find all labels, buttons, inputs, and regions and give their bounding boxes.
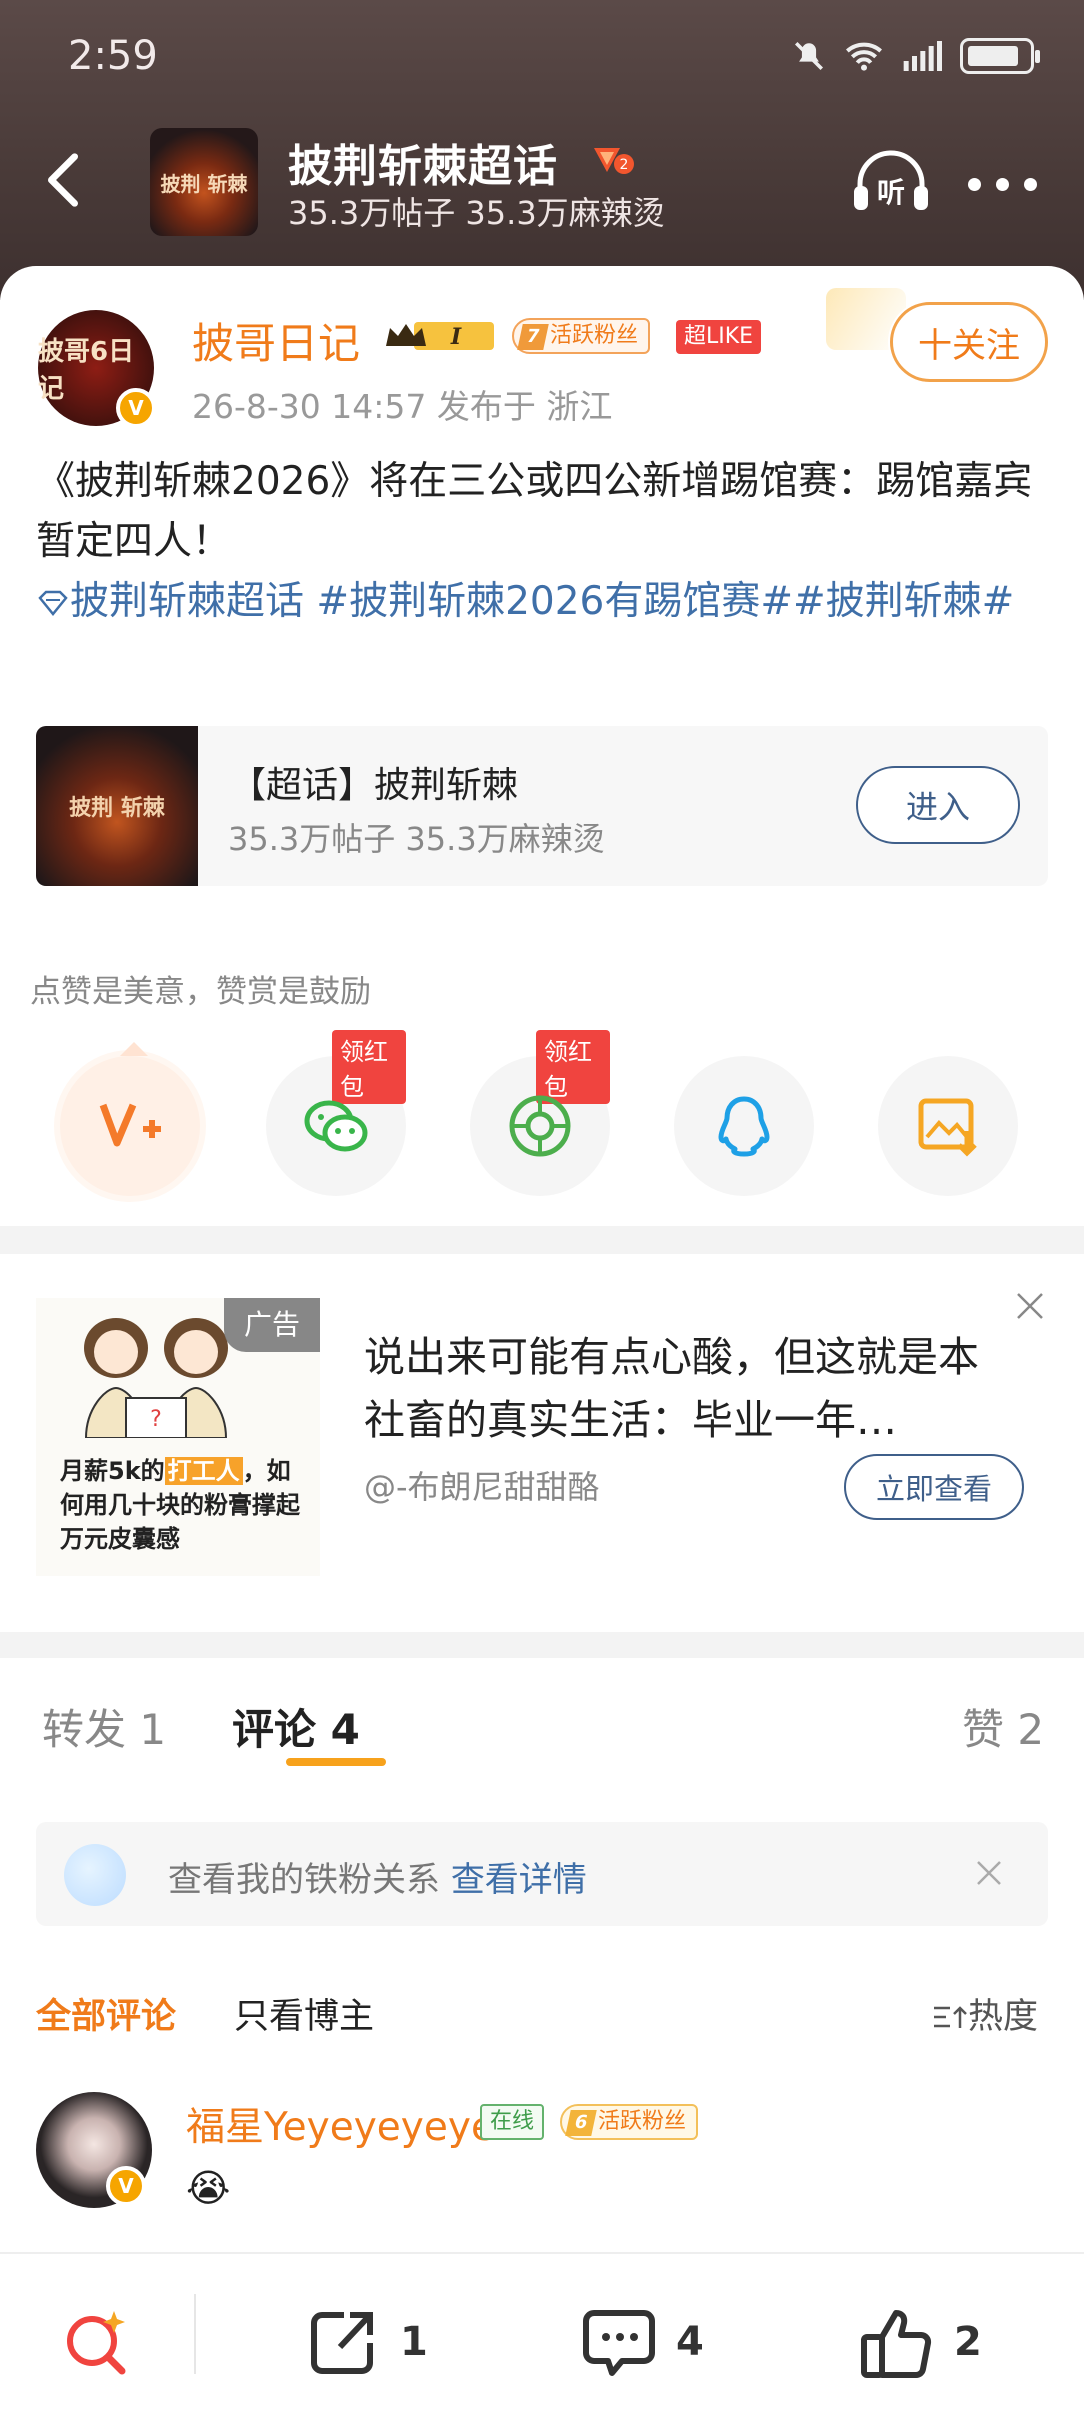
verified-v-icon: V — [116, 388, 156, 428]
divider — [194, 2294, 196, 2374]
post-meta: 26-8-30 14:57 发布于 浙江 — [192, 387, 613, 426]
iron-fans-text: 查看我的铁粉关系 — [168, 1860, 440, 1900]
ad-title[interactable]: 说出来可能有点心酸，但这就是本社畜的真实生活：毕业一年… — [364, 1326, 1004, 1452]
comment-emoji: 😭 — [186, 2166, 231, 2210]
iron-fans-detail-link[interactable]: 查看详情 — [451, 1860, 587, 1900]
comment-button[interactable]: 4 — [580, 2302, 704, 2382]
repost-count: 1 — [400, 2319, 428, 2365]
active-tab-underline — [286, 1758, 386, 1766]
like-button[interactable]: 2 — [858, 2302, 982, 2382]
share-qq-button[interactable] — [674, 1056, 814, 1196]
ad-image-text: 月薪5k的 打工人 ，如何用几十块的粉膏撑起万元皮囊感 — [60, 1457, 300, 1553]
post-tabs: 转发 1 评论 4 赞 2 — [0, 1658, 1084, 1778]
super-topic-card-image: 披荆 斩棘 — [36, 726, 198, 886]
mute-icon — [794, 41, 824, 71]
post-tags[interactable]: 披荆斩棘超话 #披荆斩棘2026有踢馆赛##披荆斩棘# — [36, 572, 1048, 632]
post-content: 《披荆斩棘2026》将在三公或四公新增踢馆赛：踢馆嘉宾暂定四人！ — [36, 459, 1033, 564]
super-topic-card[interactable]: 披荆 斩棘 【超话】披荆斩棘 35.3万帖子 35.3万麻辣烫 进入 — [36, 726, 1048, 886]
reward-tip: 点赞是美意，赞赏是鼓励 — [30, 974, 371, 1010]
follow-button[interactable]: 十关注 — [890, 302, 1048, 382]
back-arrow-icon[interactable] — [38, 150, 88, 210]
online-badge: 在线 — [480, 2104, 545, 2140]
active-fan-badge: 7 活跃粉丝 — [512, 318, 651, 354]
ai-search-button[interactable] — [58, 2302, 136, 2382]
wechat-icon — [304, 1100, 368, 1152]
section-divider — [0, 1226, 1084, 1254]
share-wechat-button[interactable]: 领红包 — [266, 1030, 406, 1196]
comment-icon — [583, 2310, 655, 2376]
filter-all-comments[interactable]: 全部评论 — [36, 1988, 176, 2039]
close-icon[interactable] — [1014, 1290, 1046, 1322]
post-card: 披哥6日记 V 披哥日记 I 7 活跃粉丝 超LIKE 十关注 26-8-30 1… — [0, 266, 1084, 2412]
verified-v-icon: V — [106, 2166, 146, 2206]
share-row: 领红包 领红包 — [60, 1030, 1020, 1196]
battery-icon — [960, 38, 1040, 74]
qq-icon — [718, 1096, 770, 1157]
status-icons — [792, 38, 1040, 74]
status-time: 2:59 — [68, 33, 158, 79]
ad-view-now-button[interactable]: 立即查看 — [844, 1454, 1024, 1520]
super-topic-card-stats: 35.3万帖子 35.3万麻辣烫 — [228, 820, 605, 858]
superlike-badge: 超LIKE — [676, 320, 762, 354]
status-bar: 2:59 — [68, 28, 1040, 84]
super-topic-title[interactable]: 披荆斩棘超话 — [288, 130, 558, 194]
listen-headphones-icon[interactable]: 听 — [850, 146, 932, 216]
super-topic-thumbnail[interactable]: 披荆 斩棘 — [150, 128, 258, 236]
share-moments-button[interactable]: 领红包 — [470, 1030, 610, 1196]
save-image-icon — [918, 1098, 977, 1157]
sort-by-heat[interactable]: 热度 — [932, 1988, 1038, 2039]
more-options-icon[interactable] — [968, 178, 1038, 192]
tab-repost[interactable]: 转发 1 — [42, 1696, 166, 1757]
svg-text:I: I — [450, 324, 462, 350]
signal-icon — [903, 41, 942, 71]
ad-source: @-布朗尼甜甜酪 — [364, 1468, 600, 1506]
enter-button[interactable]: 进入 — [856, 766, 1020, 844]
wifi-icon — [846, 42, 882, 71]
reward-v-plus-button[interactable] — [60, 1042, 200, 1196]
ad-card[interactable]: ? 月薪5k的 打工人 ，如何用几十块的粉膏撑起万元皮囊感 广告 说出来可能有点心酸… — [0, 1256, 1084, 1576]
active-fan-badge: 6 活跃粉丝 — [560, 2104, 699, 2140]
svg-text:听: 听 — [877, 176, 905, 209]
crown-level-badge-icon: I — [386, 322, 494, 350]
svg-text:?: ? — [150, 1407, 162, 1432]
iron-fans-bar[interactable]: 查看我的铁粉关系 查看详情 — [36, 1822, 1048, 1926]
iron-fan-diamond-icon — [64, 1844, 126, 1906]
save-image-button[interactable] — [878, 1056, 1018, 1196]
close-icon[interactable] — [974, 1858, 1004, 1888]
ad-label: 广告 — [224, 1298, 320, 1352]
repost-icon — [311, 2312, 373, 2374]
v-plus-icon — [99, 1103, 161, 1147]
sort-icon — [934, 2006, 967, 2028]
search-sparkle-icon — [67, 2311, 126, 2375]
svg-text:2: 2 — [620, 157, 629, 173]
filter-author-only[interactable]: 只看博主 — [234, 1988, 374, 2039]
super-topic-stats: 35.3万帖子 35.3万麻辣烫 — [288, 194, 665, 232]
super-topic-diamond-icon — [38, 590, 68, 616]
repost-button[interactable]: 1 — [304, 2302, 428, 2382]
thumbs-up-icon — [861, 2310, 932, 2378]
top-header: 披荆 斩棘 披荆斩棘超话 2 35.3万帖子 35.3万麻辣烫 听 — [0, 126, 1084, 238]
super-topic-card-name: 【超话】披荆斩棘 — [230, 765, 519, 806]
tab-comments[interactable]: 评论 4 — [232, 1696, 360, 1757]
section-divider — [0, 1632, 1084, 1658]
comment-count: 4 — [676, 2319, 704, 2365]
commenter-name[interactable]: 福星Yeyeyeyeye — [186, 2096, 495, 2152]
tab-likes[interactable]: 赞 2 — [962, 1696, 1044, 1757]
author-name[interactable]: 披哥日记 — [192, 310, 360, 371]
moments-icon — [509, 1095, 571, 1157]
like-count: 2 — [954, 2319, 982, 2365]
bottom-action-bar: 1 4 2 — [0, 2252, 1084, 2412]
topic-level-badge-icon: 2 — [594, 148, 634, 174]
